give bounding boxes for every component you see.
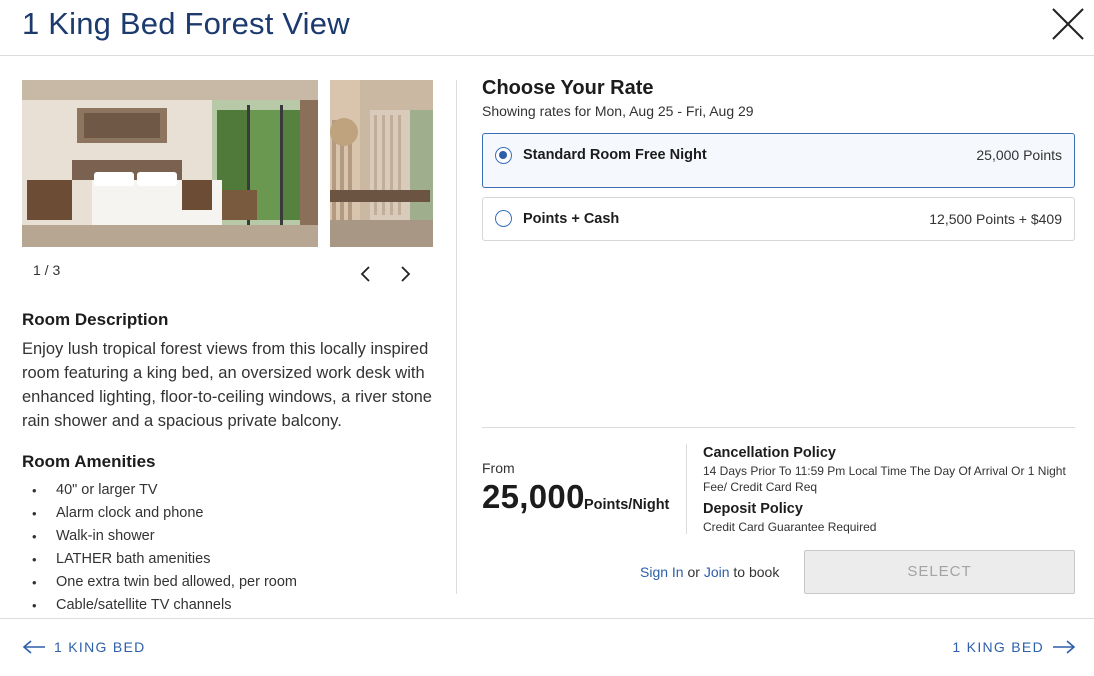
rate-date-range: Showing rates for Mon, Aug 25 - Fri, Aug… xyxy=(482,103,754,119)
gallery-counter: 1 / 3 xyxy=(33,262,61,278)
chevron-right-icon xyxy=(401,266,411,282)
chevron-left-icon xyxy=(360,266,370,282)
next-room-label: 1 KING BED xyxy=(952,639,1044,655)
cancellation-policy-heading: Cancellation Policy xyxy=(703,445,836,461)
rate-option-price: 12,500 Points + $409 xyxy=(929,211,1062,227)
modal-title: 1 King Bed Forest View xyxy=(22,6,350,41)
rate-option-price: 25,000 Points xyxy=(976,147,1062,163)
summary-divider xyxy=(482,427,1075,428)
amenities-list: 40" or larger TV Alarm clock and phone W… xyxy=(32,479,297,617)
gallery-next-button[interactable] xyxy=(393,262,417,286)
price-unit: Points/Night xyxy=(584,497,670,513)
room-amenities-heading: Room Amenities xyxy=(22,452,156,471)
arrow-right-icon xyxy=(1053,640,1076,654)
join-link[interactable]: Join xyxy=(704,564,730,580)
room-photo-desk xyxy=(330,80,433,247)
to-book-text: to book xyxy=(733,564,780,580)
from-label: From xyxy=(482,460,515,476)
column-divider xyxy=(456,80,457,594)
deposit-policy-heading: Deposit Policy xyxy=(703,501,803,517)
sign-in-link[interactable]: Sign In xyxy=(640,564,684,580)
policy-divider xyxy=(686,444,687,534)
amenity-item: Walk-in shower xyxy=(32,525,297,548)
radio-unselected[interactable] xyxy=(495,210,512,227)
previous-room-link[interactable]: 1 KING BED xyxy=(22,636,146,658)
select-button[interactable]: SELECT xyxy=(804,550,1075,594)
rate-section-title: Choose Your Rate xyxy=(482,77,654,99)
rate-option-points-cash[interactable]: Points + Cash 12,500 Points + $409 xyxy=(482,197,1075,241)
room-description-text: Enjoy lush tropical forest views from th… xyxy=(22,340,432,430)
rate-option-name: Standard Room Free Night xyxy=(523,147,707,163)
amenity-item: One extra twin bed allowed, per room xyxy=(32,571,297,594)
radio-selected[interactable] xyxy=(495,147,512,164)
amenity-item: Cable/satellite TV channels xyxy=(32,594,297,617)
gallery-prev-button[interactable] xyxy=(354,262,378,286)
previous-room-label: 1 KING BED xyxy=(54,639,146,655)
modal-header: 1 King Bed Forest View xyxy=(0,0,1094,56)
amenity-item: LATHER bath amenities xyxy=(32,548,297,571)
arrow-left-icon xyxy=(22,640,45,654)
sign-in-prompt: Sign In or Join to book xyxy=(640,564,779,580)
room-description-heading: Room Description xyxy=(22,310,169,329)
close-icon xyxy=(1052,8,1084,40)
close-button[interactable] xyxy=(1050,6,1086,42)
amenity-item: 40" or larger TV xyxy=(32,479,297,502)
or-text: or xyxy=(687,564,700,580)
room-photo-gallery[interactable] xyxy=(22,80,433,247)
price-amount: 25,000 xyxy=(482,478,585,515)
deposit-policy-text: Credit Card Guarantee Required xyxy=(703,520,877,534)
rate-option-name: Points + Cash xyxy=(523,211,620,227)
rate-option-standard-free-night[interactable]: Standard Room Free Night 25,000 Points xyxy=(482,133,1075,188)
next-room-link[interactable]: 1 KING BED xyxy=(952,636,1076,658)
footer-divider xyxy=(0,618,1094,619)
cancellation-policy-text: 14 Days Prior To 11:59 Pm Local Time The… xyxy=(703,464,1066,494)
room-photo-bedroom xyxy=(22,80,318,247)
amenity-item: Alarm clock and phone xyxy=(32,502,297,525)
